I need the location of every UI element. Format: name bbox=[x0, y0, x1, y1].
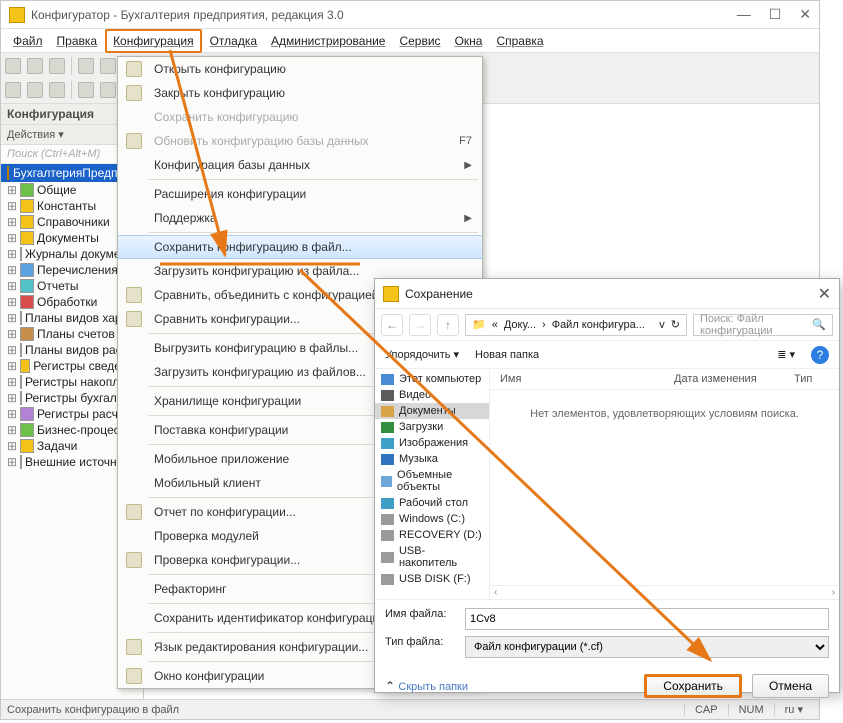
places-item[interactable]: Документы bbox=[375, 403, 489, 419]
menu-edit[interactable]: Правка bbox=[51, 31, 104, 51]
places-item[interactable]: Этот компьютер bbox=[375, 371, 489, 387]
empty-message: Нет элементов, удовлетворяющих условиям … bbox=[490, 390, 839, 585]
dialog-search[interactable]: Поиск: Файл конфигурации🔍 bbox=[693, 314, 833, 336]
save-dialog: Сохранение ✕ ← → ↑ 📁 «Доку...›Файл конфи… bbox=[374, 278, 840, 693]
menu-debug[interactable]: Отладка bbox=[204, 31, 263, 51]
places-item[interactable]: Объемные объекты bbox=[375, 467, 489, 495]
places-item[interactable]: Windows (C:) bbox=[375, 511, 489, 527]
nav-up-button[interactable]: ↑ bbox=[437, 314, 459, 336]
menu-save-config[interactable]: Сохранить конфигурацию bbox=[118, 105, 482, 129]
nav-back-button[interactable]: ← bbox=[381, 314, 403, 336]
filename-label: Имя файла: bbox=[385, 608, 457, 630]
tool-icon[interactable] bbox=[78, 82, 94, 98]
places-item[interactable]: USB-накопитель bbox=[375, 543, 489, 571]
titlebar: Конфигуратор - Бухгалтерия предприятия, … bbox=[1, 1, 819, 29]
cancel-button[interactable]: Отмена bbox=[752, 674, 829, 698]
tool-icon[interactable] bbox=[100, 82, 116, 98]
search-icon: 🔍 bbox=[812, 318, 826, 331]
places-pane: Этот компьютерВидеоДокументыЗагрузкиИзоб… bbox=[375, 369, 490, 599]
menu-update-db[interactable]: Обновить конфигурацию базы данныхF7 bbox=[118, 129, 482, 153]
file-list-header[interactable]: Имя Дата изменения Тип bbox=[490, 369, 839, 390]
places-item[interactable]: Видео bbox=[375, 387, 489, 403]
maximize-button[interactable]: ☐ bbox=[769, 6, 782, 23]
folder-icon: 📁 bbox=[472, 318, 486, 331]
menu-help[interactable]: Справка bbox=[490, 31, 549, 51]
tool-icon[interactable] bbox=[27, 58, 43, 74]
view-button[interactable]: ≣ ▾ bbox=[777, 348, 795, 361]
window-controls: — ☐ ✕ bbox=[737, 6, 811, 23]
menu-admin[interactable]: Администрирование bbox=[265, 31, 391, 51]
tool-icon[interactable] bbox=[49, 82, 65, 98]
app-icon bbox=[9, 7, 25, 23]
menu-service[interactable]: Сервис bbox=[393, 31, 446, 51]
filetype-select[interactable]: Файл конфигурации (*.cf) bbox=[465, 636, 829, 658]
menu-extensions[interactable]: Расширения конфигурации bbox=[118, 182, 482, 206]
places-item[interactable]: RECOVERY (D:) bbox=[375, 527, 489, 543]
menu-open-config[interactable]: Открыть конфигурацию bbox=[118, 57, 482, 81]
tool-icon[interactable] bbox=[27, 82, 43, 98]
menu-windows[interactable]: Окна bbox=[449, 31, 489, 51]
scrollbar[interactable]: ‹› bbox=[490, 585, 839, 599]
filetype-label: Тип файла: bbox=[385, 636, 457, 658]
tool-icon[interactable] bbox=[5, 82, 21, 98]
filename-input[interactable] bbox=[465, 608, 829, 630]
places-item[interactable]: USB DISK (F:) bbox=[375, 571, 489, 587]
tool-icon[interactable] bbox=[5, 58, 21, 74]
org-button[interactable]: Упорядочить ▾ bbox=[385, 348, 459, 361]
menu-config[interactable]: Конфигурация bbox=[105, 29, 202, 53]
nav-fwd-button[interactable]: → bbox=[409, 314, 431, 336]
menu-save-to-file[interactable]: Сохранить конфигурацию в файл... bbox=[118, 235, 482, 259]
menu-close-config[interactable]: Закрыть конфигурацию bbox=[118, 81, 482, 105]
close-button[interactable]: ✕ bbox=[799, 6, 811, 23]
places-item[interactable]: Музыка bbox=[375, 451, 489, 467]
app-title: Конфигуратор - Бухгалтерия предприятия, … bbox=[31, 8, 737, 22]
save-button[interactable]: Сохранить bbox=[644, 674, 742, 698]
menu-file[interactable]: Файл bbox=[7, 31, 49, 51]
dialog-icon bbox=[383, 286, 399, 302]
dialog-title: Сохранение bbox=[405, 287, 818, 301]
status-text: Сохранить конфигурацию в файл bbox=[7, 704, 179, 716]
hide-folders-link[interactable]: ⌃ Скрыть папки bbox=[385, 679, 468, 693]
dialog-close-button[interactable]: ✕ bbox=[818, 284, 831, 304]
places-item[interactable]: Рабочий стол bbox=[375, 495, 489, 511]
menu-support[interactable]: Поддержка▶ bbox=[118, 206, 482, 230]
cube-icon bbox=[7, 166, 9, 180]
tool-icon[interactable] bbox=[78, 58, 94, 74]
new-folder-button[interactable]: Новая папка bbox=[475, 349, 539, 361]
menubar: Файл Правка Конфигурация Отладка Админис… bbox=[1, 29, 819, 53]
tool-icon[interactable] bbox=[49, 58, 65, 74]
menu-db-config[interactable]: Конфигурация базы данных▶ bbox=[118, 153, 482, 177]
places-item[interactable]: Изображения bbox=[375, 435, 489, 451]
minimize-button[interactable]: — bbox=[737, 6, 751, 23]
dialog-titlebar: Сохранение ✕ bbox=[375, 279, 839, 309]
help-button[interactable]: ? bbox=[811, 346, 829, 364]
breadcrumb[interactable]: 📁 «Доку...›Файл конфигура... v↻ bbox=[465, 314, 687, 336]
tool-icon[interactable] bbox=[100, 58, 116, 74]
places-item[interactable]: Загрузки bbox=[375, 419, 489, 435]
